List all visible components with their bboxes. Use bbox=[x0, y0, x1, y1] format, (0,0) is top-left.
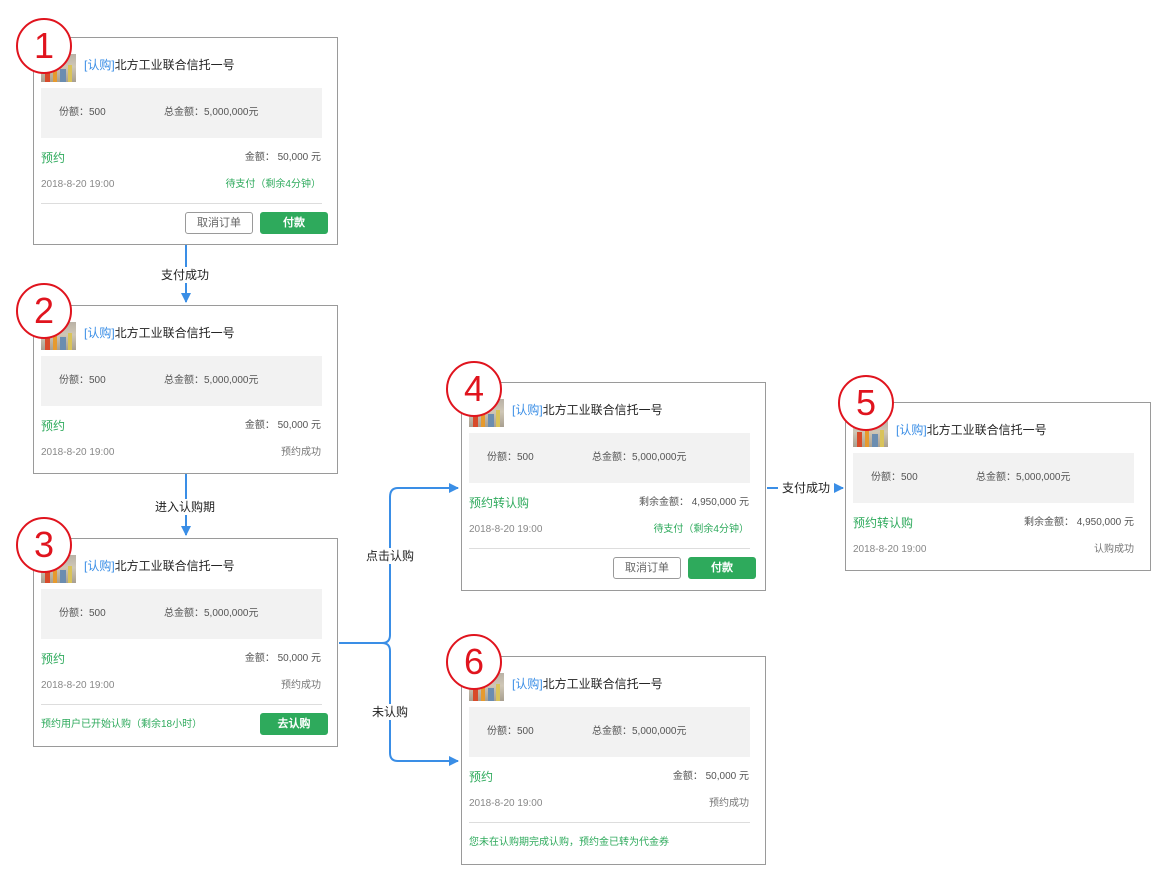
subscribe-tag: [认购] bbox=[84, 559, 115, 573]
product-name: 北方工业联合信托一号 bbox=[926, 423, 1047, 437]
card-header: [认购]北方工业联合信托一号 bbox=[41, 322, 331, 350]
subscribe-tag: [认购] bbox=[512, 677, 543, 691]
total-amount-text: 总金额：5,000,000元 bbox=[164, 107, 259, 118]
order-card-1: [认购]北方工业联合信托一号 份额：500 总金额：5,000,000元 预约 … bbox=[33, 37, 338, 245]
arrow-3-branch bbox=[339, 483, 459, 644]
pay-button[interactable]: 付款 bbox=[688, 557, 756, 579]
phase-label: 预约 bbox=[41, 652, 66, 666]
amount-text: 金额： 50,000 元 bbox=[244, 152, 321, 163]
label-pay-success-2: 支付成功 bbox=[778, 480, 835, 496]
info-box: 份额：500 总金额：5,000,000元 bbox=[41, 589, 322, 639]
amount-text: 金额： 50,000 元 bbox=[244, 420, 321, 431]
label-enter-subscription: 进入认购期 bbox=[155, 499, 216, 515]
order-date: 2018-8-20 19:00 bbox=[469, 524, 543, 535]
order-card-6: [认购]北方工业联合信托一号 份额：500 总金额：5,000,000元 预约 … bbox=[461, 656, 766, 865]
status-text: 待支付（剩余4分钟） bbox=[225, 179, 321, 190]
total-amount-text: 总金额：5,000,000元 bbox=[976, 472, 1071, 483]
product-title[interactable]: [认购]北方工业联合信托一号 bbox=[84, 56, 235, 74]
pay-button[interactable]: 付款 bbox=[260, 212, 328, 234]
phase-label: 预约 bbox=[41, 151, 66, 165]
phase-label: 预约 bbox=[469, 770, 494, 784]
product-name: 北方工业联合信托一号 bbox=[542, 677, 663, 691]
shares-text: 份额：500 bbox=[59, 375, 106, 386]
order-card-3: [认购]北方工业联合信托一号 份额：500 总金额：5,000,000元 预约 … bbox=[33, 538, 338, 747]
status-text: 预约成功 bbox=[281, 680, 321, 691]
shares-text: 份额：500 bbox=[59, 608, 106, 619]
product-name: 北方工业联合信托一号 bbox=[114, 326, 235, 340]
info-box: 份额：500 总金额：5,000,000元 bbox=[41, 356, 322, 406]
order-date: 2018-8-20 19:00 bbox=[853, 544, 927, 555]
card-header: [认购]北方工业联合信托一号 bbox=[469, 399, 759, 427]
card-header: [认购]北方工业联合信托一号 bbox=[853, 419, 1143, 447]
subscribe-tag: [认购] bbox=[84, 58, 115, 72]
cancel-order-button[interactable]: 取消订单 bbox=[185, 212, 253, 234]
product-name: 北方工业联合信托一号 bbox=[114, 58, 235, 72]
divider bbox=[41, 704, 322, 705]
label-click-subscribe: 点击认购 bbox=[366, 548, 415, 564]
divider bbox=[469, 822, 750, 823]
status-text: 待支付（剩余4分钟） bbox=[653, 524, 749, 535]
step-badge-5: 5 bbox=[838, 375, 894, 431]
order-date: 2018-8-20 19:00 bbox=[469, 798, 543, 809]
info-box: 份额：500 总金额：5,000,000元 bbox=[41, 88, 322, 138]
subscribe-tag: [认购] bbox=[896, 423, 927, 437]
product-title[interactable]: [认购]北方工业联合信托一号 bbox=[84, 324, 235, 342]
label-pay-success-1: 支付成功 bbox=[161, 267, 210, 283]
phase-label: 预约 bbox=[41, 419, 66, 433]
divider bbox=[41, 203, 322, 204]
step-badge-1: 1 bbox=[16, 18, 72, 74]
status-text: 预约成功 bbox=[709, 798, 749, 809]
product-name: 北方工业联合信托一号 bbox=[114, 559, 235, 573]
subscribe-tag: [认购] bbox=[512, 403, 543, 417]
remaining-amount-text: 剩余金额： 4,950,000 元 bbox=[638, 497, 749, 508]
product-title[interactable]: [认购]北方工业联合信托一号 bbox=[512, 675, 663, 693]
label-not-subscribed: 未认购 bbox=[372, 704, 409, 720]
card-header: [认购]北方工业联合信托一号 bbox=[41, 555, 331, 583]
go-subscribe-button[interactable]: 去认购 bbox=[260, 713, 328, 735]
order-card-4: [认购]北方工业联合信托一号 份额：500 总金额：5,000,000元 预约转… bbox=[461, 382, 766, 591]
order-date: 2018-8-20 19:00 bbox=[41, 179, 115, 190]
step-badge-4: 4 bbox=[446, 361, 502, 417]
voucher-note: 您未在认购期完成认购，预约金已转为代金券 bbox=[469, 837, 669, 848]
total-amount-text: 总金额：5,000,000元 bbox=[592, 726, 687, 737]
divider bbox=[469, 548, 750, 549]
card-header: [认购]北方工业联合信托一号 bbox=[469, 673, 759, 701]
subscribe-tag: [认购] bbox=[84, 326, 115, 340]
phase-label: 预约转认购 bbox=[469, 496, 530, 510]
order-date: 2018-8-20 19:00 bbox=[41, 680, 115, 691]
order-date: 2018-8-20 19:00 bbox=[41, 447, 115, 458]
order-card-5: [认购]北方工业联合信托一号 份额：500 总金额：5,000,000元 预约转… bbox=[845, 402, 1151, 571]
phase-label: 预约转认购 bbox=[853, 516, 914, 530]
amount-text: 金额： 50,000 元 bbox=[244, 653, 321, 664]
amount-text: 金额： 50,000 元 bbox=[672, 771, 749, 782]
shares-text: 份额：500 bbox=[487, 726, 534, 737]
info-box: 份额：500 总金额：5,000,000元 bbox=[469, 433, 750, 483]
product-title[interactable]: [认购]北方工业联合信托一号 bbox=[896, 421, 1047, 439]
total-amount-text: 总金额：5,000,000元 bbox=[164, 608, 259, 619]
cancel-order-button[interactable]: 取消订单 bbox=[613, 557, 681, 579]
info-box: 份额：500 总金额：5,000,000元 bbox=[853, 453, 1134, 503]
shares-text: 份额：500 bbox=[871, 472, 918, 483]
remaining-amount-text: 剩余金额： 4,950,000 元 bbox=[1023, 517, 1134, 528]
status-text: 预约成功 bbox=[281, 447, 321, 458]
product-title[interactable]: [认购]北方工业联合信托一号 bbox=[512, 401, 663, 419]
shares-text: 份额：500 bbox=[59, 107, 106, 118]
shares-text: 份额：500 bbox=[487, 452, 534, 463]
step-badge-3: 3 bbox=[16, 517, 72, 573]
total-amount-text: 总金额：5,000,000元 bbox=[592, 452, 687, 463]
card-header: [认购]北方工业联合信托一号 bbox=[41, 54, 331, 82]
product-name: 北方工业联合信托一号 bbox=[542, 403, 663, 417]
status-text: 认购成功 bbox=[1094, 544, 1134, 555]
step-badge-2: 2 bbox=[16, 283, 72, 339]
subscription-open-note: 预约用户已开始认购（剩余18小时） bbox=[41, 719, 203, 730]
total-amount-text: 总金额：5,000,000元 bbox=[164, 375, 259, 386]
product-title[interactable]: [认购]北方工业联合信托一号 bbox=[84, 557, 235, 575]
info-box: 份额：500 总金额：5,000,000元 bbox=[469, 707, 750, 757]
order-card-2: [认购]北方工业联合信托一号 份额：500 总金额：5,000,000元 预约 … bbox=[33, 305, 338, 474]
step-badge-6: 6 bbox=[446, 634, 502, 690]
